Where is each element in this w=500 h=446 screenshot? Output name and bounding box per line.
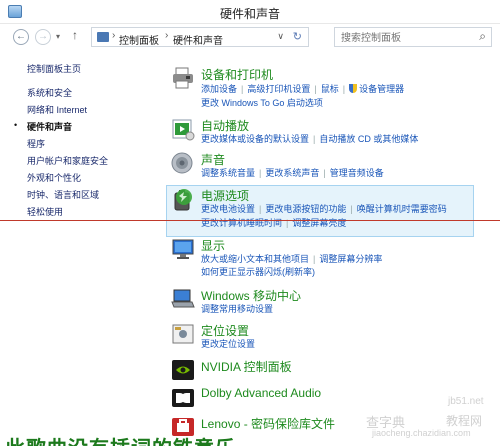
mobility-center-icon[interactable] — [171, 287, 195, 311]
search-icon[interactable]: ⌕ — [479, 29, 486, 44]
search-input[interactable] — [335, 29, 469, 48]
watermark-text: 教程网 — [446, 414, 483, 428]
link-media-defaults[interactable]: 更改媒体或设备的默认设置 — [201, 134, 309, 144]
category-links: 更改 Windows To Go 启动选项 — [201, 96, 323, 109]
link-power-button[interactable]: 更改电源按钮的功能 — [265, 204, 346, 214]
address-dropdown-icon[interactable]: ∨ — [277, 31, 284, 42]
link-system-volume[interactable]: 调整系统音量 — [201, 168, 255, 178]
sidebar-item-programs[interactable]: 程序 — [27, 137, 45, 150]
category-links: 更改定位设置 — [201, 337, 255, 350]
watermark-logo: jb51.net — [448, 396, 484, 407]
overlay-caption: 此歌曲没有插词的铁意乐 — [0, 432, 236, 446]
recent-locations-button[interactable]: ▾ — [56, 32, 60, 41]
link-system-sounds[interactable]: 更改系统声音 — [265, 168, 319, 178]
category-links: 更改计算机睡眠时间 | 调整屏幕亮度 — [201, 216, 346, 229]
category-links: 放大或缩小文本和其他项目 | 调整屏幕分辨率 — [201, 252, 382, 265]
link-location-settings[interactable]: 更改定位设置 — [201, 339, 255, 349]
category-links: 添加设备 | 高级打印机设置 | 鼠标 | 设备管理器 — [201, 82, 404, 95]
power-options-icon[interactable] — [171, 187, 195, 211]
category-links: 更改媒体或设备的默认设置 | 自动播放 CD 或其他媒体 — [201, 132, 418, 145]
window-title: 硬件和声音 — [219, 7, 280, 21]
refresh-icon[interactable]: ↻ — [293, 30, 302, 43]
back-button[interactable]: ← — [13, 29, 29, 45]
annotation-line — [0, 220, 500, 221]
address-bar[interactable]: › 控制面板 › 硬件和声音 ∨ ↻ — [91, 27, 309, 47]
search-box: ⌕ — [334, 27, 492, 48]
link-wakeup-password[interactable]: 唤醒计算机时需要密码 — [357, 204, 447, 214]
link-autoplay-cd[interactable]: 自动播放 CD 或其他媒体 — [319, 134, 418, 144]
link-separator: | — [314, 84, 317, 94]
location-icon[interactable] — [171, 322, 195, 346]
nvidia-icon[interactable] — [171, 358, 195, 382]
link-windows-to-go[interactable]: 更改 Windows To Go 启动选项 — [201, 98, 323, 108]
link-separator: | — [313, 254, 316, 264]
autoplay-icon[interactable] — [171, 117, 195, 141]
sidebar-item-hardware-sound[interactable]: 硬件和声音 — [27, 120, 72, 133]
category-title[interactable]: NVIDIA 控制面板 — [201, 358, 292, 375]
control-panel-window: 硬件和声音 ← → ▾ ↑ › 控制面板 › 硬件和声音 ∨ ↻ ⌕ 控制面板主… — [0, 0, 500, 446]
sidebar-item-clock-region[interactable]: 时钟、语言和区域 — [27, 188, 99, 201]
category-links: 调整系统音量 | 更改系统声音 | 管理音频设备 — [201, 166, 384, 179]
link-separator: | — [259, 204, 262, 214]
link-device-manager[interactable]: 设备管理器 — [359, 84, 404, 94]
sidebar-item-ease-of-access[interactable]: 轻松使用 — [27, 205, 63, 218]
dolby-icon[interactable] — [171, 386, 195, 410]
up-button[interactable]: ↑ — [72, 28, 78, 42]
sidebar-item-home[interactable]: 控制面板主页 — [27, 62, 81, 75]
category-title[interactable]: 设备和打印机 — [201, 66, 273, 83]
breadcrumb-separator[interactable]: › — [112, 30, 115, 41]
category-links: 如何更正显示器闪烁(刷新率) — [201, 265, 315, 278]
link-separator: | — [259, 168, 262, 178]
link-separator: | — [350, 204, 353, 214]
sidebar-item-user-accounts[interactable]: 用户帐户和家庭安全 — [27, 154, 108, 167]
sidebar-item-network[interactable]: 网络和 Internet — [27, 103, 87, 116]
navigation-bar: ← → ▾ ↑ › 控制面板 › 硬件和声音 ∨ ↻ ⌕ — [0, 24, 500, 50]
printer-icon[interactable] — [171, 66, 195, 90]
forward-button[interactable]: → — [35, 29, 51, 45]
breadcrumb-control-panel[interactable]: 控制面板 — [119, 32, 159, 47]
link-battery-settings[interactable]: 更改电池设置 — [201, 204, 255, 214]
link-mobility-settings[interactable]: 调整常用移动设置 — [201, 304, 273, 314]
link-audio-devices[interactable]: 管理音频设备 — [330, 168, 384, 178]
link-advanced-printer[interactable]: 高级打印机设置 — [247, 84, 310, 94]
sidebar-item-appearance[interactable]: 外观和个性化 — [27, 171, 81, 184]
breadcrumb-separator[interactable]: › — [165, 30, 168, 41]
category-title[interactable]: Lenovo - 密码保险库文件 — [201, 415, 335, 432]
breadcrumb-hardware-sound[interactable]: 硬件和声音 — [173, 32, 223, 47]
speaker-icon[interactable] — [171, 151, 195, 175]
link-screen-resolution[interactable]: 调整屏幕分辨率 — [319, 254, 382, 264]
title-bar: 硬件和声音 — [0, 0, 500, 24]
link-add-device[interactable]: 添加设备 — [201, 84, 237, 94]
link-refresh-rate[interactable]: 如何更正显示器闪烁(刷新率) — [201, 267, 315, 277]
watermark-site: jiaocheng.chazidian.com — [372, 428, 471, 438]
link-text-size[interactable]: 放大或缩小文本和其他项目 — [201, 254, 309, 264]
link-separator: | — [342, 84, 346, 94]
active-marker: • — [14, 120, 18, 130]
link-separator: | — [313, 134, 316, 144]
folder-icon — [97, 32, 109, 42]
link-mouse[interactable]: 鼠标 — [321, 84, 339, 94]
link-separator: | — [241, 84, 244, 94]
link-separator: | — [323, 168, 326, 178]
display-icon[interactable] — [171, 237, 195, 261]
category-links: 调整常用移动设置 — [201, 302, 273, 315]
category-title[interactable]: Dolby Advanced Audio — [201, 386, 321, 400]
sidebar-item-system-security[interactable]: 系统和安全 — [27, 86, 72, 99]
category-links: 更改电池设置 | 更改电源按钮的功能 | 唤醒计算机时需要密码 — [201, 202, 447, 215]
uac-shield-icon — [349, 84, 358, 93]
